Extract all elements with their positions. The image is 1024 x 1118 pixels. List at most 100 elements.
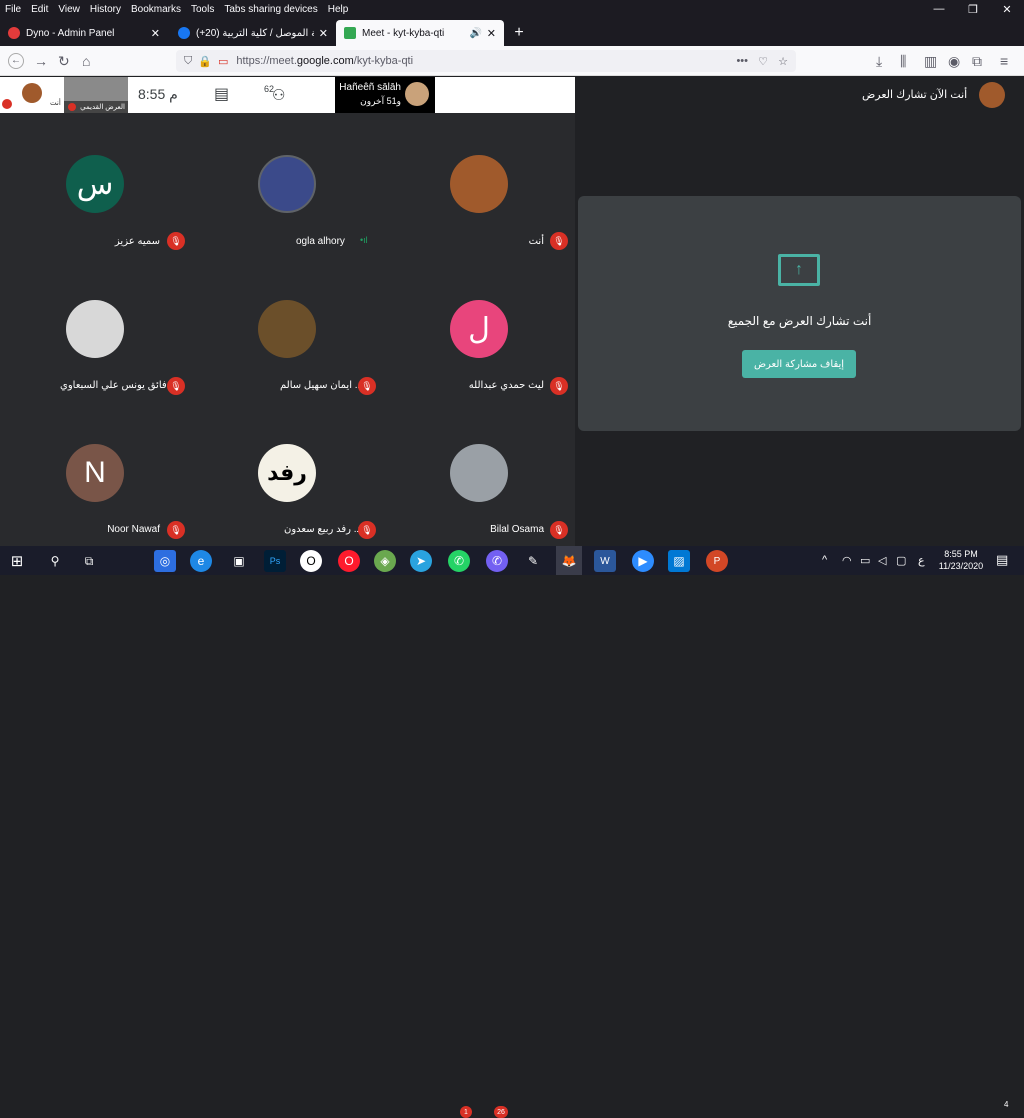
- tab-mosul-facebook[interactable]: (+20) جامعة الموصل / كلية التربية ✕: [170, 20, 336, 46]
- url-host: google.com: [296, 55, 354, 67]
- shield-icon[interactable]: ⛉: [184, 55, 192, 68]
- firefox-icon[interactable]: 🦊: [556, 546, 582, 575]
- pocket-icon[interactable]: ♡: [758, 55, 768, 68]
- extension-icon[interactable]: ⧉: [972, 53, 982, 69]
- new-tab-button[interactable]: +: [508, 20, 530, 46]
- meeting-time: م 8:55: [138, 86, 178, 103]
- whatsapp-badge: 1: [460, 1106, 472, 1118]
- stop-sharing-button[interactable]: إيقاف مشاركة العرض: [742, 350, 856, 378]
- restore-button[interactable]: ❐: [956, 0, 990, 18]
- notification-count: 4: [1004, 1100, 1009, 1109]
- menu-tools[interactable]: Tools: [186, 4, 219, 15]
- menu-edit[interactable]: Edit: [26, 4, 53, 15]
- participant-name: د. رفد ربيع سعدون: [284, 524, 362, 535]
- download-icon[interactable]: ⤓: [876, 53, 882, 69]
- opera-icon[interactable]: O: [338, 550, 360, 572]
- participant-name: Noor Nawaf: [107, 524, 160, 535]
- sharing-banner: أنت الآن تشارك العرض: [862, 89, 968, 101]
- zoom-icon[interactable]: ▶: [632, 550, 654, 572]
- app-icon-2[interactable]: ◈: [374, 550, 396, 572]
- mic-muted-icon: 🎙: [167, 232, 185, 250]
- presenter-others: و51 آخرون: [360, 96, 401, 106]
- app-icon-1[interactable]: ◎: [154, 550, 176, 572]
- url-path: /kyt-kyba-qti: [353, 55, 414, 67]
- participant-name: سميه عزيز: [114, 236, 160, 247]
- powerpoint-icon[interactable]: P: [706, 550, 728, 572]
- url-bar[interactable]: ⛉ 🔒 ▭ https://meet. google.com/kyt-kyba-q…: [176, 50, 796, 72]
- participant-name: Bilal Osama: [490, 524, 544, 535]
- notification-icon[interactable]: ▤: [996, 552, 1008, 568]
- tab-close-icon[interactable]: ✕: [487, 27, 496, 40]
- reload-icon[interactable]: ↻: [58, 53, 70, 69]
- mic-muted-icon: 🎙: [550, 377, 568, 395]
- language-indicator[interactable]: ع: [918, 554, 925, 567]
- tab-close-icon[interactable]: ✕: [319, 27, 328, 40]
- participant-avatar-photo: [450, 444, 508, 502]
- battery-icon[interactable]: ▭: [860, 554, 870, 567]
- participant-name: فائق يونس علي السبعاوي: [60, 380, 167, 391]
- sidebar-icon[interactable]: ▥: [924, 53, 937, 69]
- tab-meet[interactable]: Meet - kyt-kyba-qti 🔊 ✕: [336, 20, 504, 46]
- forward-icon[interactable]: →: [34, 53, 48, 69]
- tab-close-icon[interactable]: ✕: [151, 27, 160, 40]
- tray-chevron-icon[interactable]: ^: [822, 554, 827, 566]
- chat-icon[interactable]: ▤: [214, 84, 229, 104]
- volume-icon[interactable]: ◁: [878, 554, 886, 567]
- action-icon[interactable]: ▢: [896, 554, 906, 567]
- library-icon[interactable]: ⫼: [900, 53, 906, 69]
- clock-date: 11/23/2020: [938, 561, 984, 571]
- opera-gx-icon[interactable]: O: [300, 550, 322, 572]
- bookmark-star-icon[interactable]: ☆: [778, 55, 788, 68]
- home-icon[interactable]: ⌂: [82, 53, 90, 69]
- participant-avatar-photo: [66, 300, 124, 358]
- mic-muted-icon: [68, 103, 76, 111]
- telegram-icon[interactable]: ➤: [410, 550, 432, 572]
- presentation-thumbnail[interactable]: العرض القديمي: [64, 77, 128, 113]
- presenter-pill[interactable]: Hañeêñ sālāh و51 آخرون: [335, 77, 435, 113]
- photoshop-icon[interactable]: Ps: [264, 550, 286, 572]
- viber-badge: 26: [494, 1106, 508, 1118]
- close-window-button[interactable]: ✕: [990, 0, 1024, 18]
- whatsapp-icon[interactable]: ✆: [448, 550, 470, 572]
- paint-icon[interactable]: ✎: [522, 550, 544, 572]
- people-icon[interactable]: ⚇: [272, 86, 285, 104]
- participant-avatar-photo: [258, 155, 316, 213]
- search-icon[interactable]: ⚲: [44, 550, 66, 572]
- lock-icon[interactable]: 🔒: [198, 55, 212, 68]
- participant-avatar-photo: [450, 155, 508, 213]
- edge-icon[interactable]: e: [190, 550, 212, 572]
- wifi-icon[interactable]: ◠: [842, 554, 852, 567]
- minimize-button[interactable]: —: [922, 0, 956, 18]
- menu-history[interactable]: History: [85, 4, 126, 15]
- clock[interactable]: 8:55 PM 11/23/2020: [936, 548, 986, 572]
- menu-hamburger-icon[interactable]: ≡: [1000, 53, 1008, 69]
- back-icon[interactable]: ←: [8, 53, 24, 69]
- menu-bookmarks[interactable]: Bookmarks: [126, 4, 186, 15]
- viber-icon[interactable]: ✆: [486, 550, 508, 572]
- meet-icon: [344, 27, 356, 39]
- account-icon[interactable]: ◉: [948, 53, 960, 69]
- menu-tabs-sharing[interactable]: Tabs sharing devices: [219, 4, 322, 15]
- page-actions-icon[interactable]: •••: [736, 55, 748, 67]
- speaker-icon[interactable]: 🔊: [470, 28, 482, 39]
- self-preview[interactable]: أنت: [0, 77, 64, 113]
- store-icon[interactable]: ▣: [228, 550, 250, 572]
- participant-name: د. ايمان سهيل سالم: [280, 380, 363, 391]
- task-view-icon[interactable]: ⧉: [78, 550, 100, 572]
- participant-name: أنت: [528, 236, 544, 247]
- dyno-icon: [8, 27, 20, 39]
- word-icon[interactable]: W: [594, 550, 616, 572]
- self-mic-muted-icon: [2, 99, 12, 109]
- menu-view[interactable]: View: [53, 4, 85, 15]
- time-value: 8:55: [138, 86, 166, 102]
- menu-help[interactable]: Help: [323, 4, 354, 15]
- presenter-avatar: [405, 82, 429, 106]
- photos-icon[interactable]: ▨: [668, 550, 690, 572]
- windows-start-icon[interactable]: ⊞: [6, 550, 28, 572]
- tab-title: Meet - kyt-kyba-qti: [362, 27, 445, 39]
- camera-permission-icon[interactable]: ▭: [218, 55, 228, 68]
- mic-muted-icon: 🎙: [550, 521, 568, 539]
- participant-avatar: س: [66, 155, 124, 213]
- tab-dyno[interactable]: Dyno - Admin Panel ✕: [0, 20, 168, 46]
- menu-file[interactable]: File: [0, 4, 26, 15]
